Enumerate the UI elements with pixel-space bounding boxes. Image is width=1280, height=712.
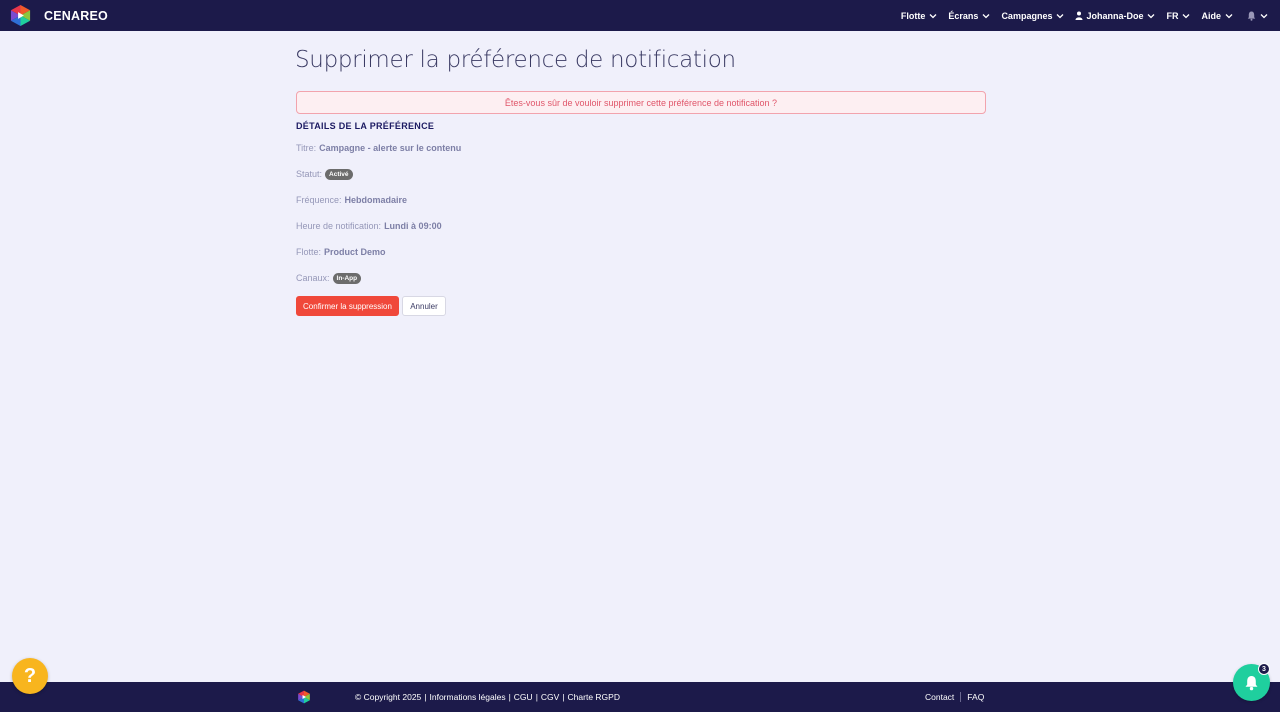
- detail-value: Lundi à 09:00: [384, 221, 442, 231]
- notification-count-badge: 3: [1258, 663, 1270, 675]
- detail-label: Canaux:: [296, 273, 330, 283]
- bell-icon: [1247, 11, 1256, 21]
- nav-menu: Flotte Écrans Campagnes Johanna-Doe FR A…: [890, 11, 1268, 21]
- footer-link-cgv[interactable]: CGV: [541, 692, 559, 702]
- nav-item-notifications[interactable]: [1247, 11, 1268, 21]
- top-navbar: CENAREO Flotte Écrans Campagnes Johanna-…: [0, 0, 1280, 31]
- detail-statut: Statut: Activé: [296, 168, 986, 180]
- separator: |: [508, 692, 511, 702]
- nav-item-user[interactable]: Johanna-Doe: [1075, 11, 1155, 21]
- detail-value: Campagne - alerte sur le contenu: [319, 143, 462, 153]
- chevron-down-icon: [1260, 13, 1268, 18]
- cenareo-logo-icon: [298, 690, 310, 704]
- page-title: Supprimer la préférence de notification: [295, 47, 736, 73]
- footer-link-cgu[interactable]: CGU: [514, 692, 533, 702]
- divider: [960, 692, 962, 702]
- chevron-down-icon: [982, 13, 990, 18]
- bell-icon: [1245, 675, 1258, 690]
- nav-item-language[interactable]: FR: [1166, 11, 1190, 21]
- chevron-down-icon: [1183, 13, 1190, 18]
- footer-link-contact[interactable]: Contact: [925, 692, 954, 702]
- nav-item-label: Johanna-Doe: [1086, 10, 1144, 21]
- chevron-down-icon: [929, 13, 937, 18]
- separator: |: [535, 692, 538, 702]
- detail-frequence: Fréquence: Hebdomadaire: [296, 194, 986, 206]
- nav-item-label: Flotte: [900, 10, 926, 21]
- separator: |: [424, 692, 427, 702]
- footer-link-rgpd[interactable]: Charte RGPD: [568, 692, 620, 702]
- chevron-down-icon: [1225, 13, 1233, 18]
- detail-value: Hebdomadaire: [344, 195, 408, 205]
- detail-label: Titre:: [296, 143, 317, 153]
- separator: |: [562, 692, 565, 702]
- footer-links: © Copyright 2025 | Informations légales …: [355, 692, 620, 702]
- chevron-down-icon: [1148, 13, 1155, 18]
- status-badge: Activé: [325, 168, 353, 180]
- footer: © Copyright 2025 | Informations légales …: [0, 682, 1280, 712]
- detail-titre: Titre: Campagne - alerte sur le contenu: [296, 142, 986, 154]
- help-button[interactable]: ?: [12, 658, 48, 694]
- section-title: DÉTAILS DE LA PRÉFÉRENCE: [296, 121, 435, 131]
- alert-text: Êtes-vous sûr de vouloir supprimer cette…: [504, 97, 778, 108]
- nav-item-label: Aide: [1201, 10, 1221, 21]
- nav-item-ecrans[interactable]: Écrans: [948, 11, 990, 21]
- chevron-down-icon: [1057, 13, 1064, 18]
- brand-name: CENAREO: [44, 8, 108, 23]
- nav-item-aide[interactable]: Aide: [1201, 11, 1233, 21]
- detail-label: Statut:: [296, 169, 323, 179]
- footer-link-faq[interactable]: FAQ: [967, 692, 984, 702]
- copyright-text: © Copyright 2025: [355, 692, 422, 702]
- user-icon: [1075, 11, 1083, 20]
- nav-item-campagnes[interactable]: Campagnes: [1001, 11, 1064, 21]
- detail-label: Heure de notification:: [296, 221, 382, 231]
- nav-item-label: Campagnes: [1001, 10, 1053, 21]
- cenareo-logo-icon: [10, 4, 31, 27]
- main-content: Supprimer la préférence de notification …: [295, 44, 986, 316]
- form-actions: Confirmer la suppression Annuler: [296, 296, 986, 316]
- cancel-button[interactable]: Annuler: [402, 296, 446, 316]
- footer-right-links: Contact FAQ: [925, 692, 984, 702]
- confirmation-alert: Êtes-vous sûr de vouloir supprimer cette…: [296, 91, 986, 114]
- brand[interactable]: CENAREO: [9, 4, 108, 27]
- detail-heure: Heure de notification: Lundi à 09:00: [296, 220, 986, 232]
- question-mark-icon: ?: [23, 664, 37, 687]
- detail-label: Flotte:: [296, 247, 322, 257]
- channel-badge: In-App: [332, 272, 362, 284]
- detail-label: Fréquence:: [296, 195, 342, 205]
- confirm-delete-button[interactable]: Confirmer la suppression: [296, 296, 399, 316]
- detail-flotte: Flotte: Product Demo: [296, 246, 986, 258]
- footer-link-legal[interactable]: Informations légales: [430, 692, 506, 702]
- nav-item-label: Écrans: [948, 10, 979, 21]
- nav-item-flotte[interactable]: Flotte: [901, 11, 938, 21]
- detail-canaux: Canaux: In-App: [296, 272, 986, 284]
- detail-value: Product Demo: [324, 247, 386, 257]
- nav-item-label: FR: [1166, 10, 1179, 21]
